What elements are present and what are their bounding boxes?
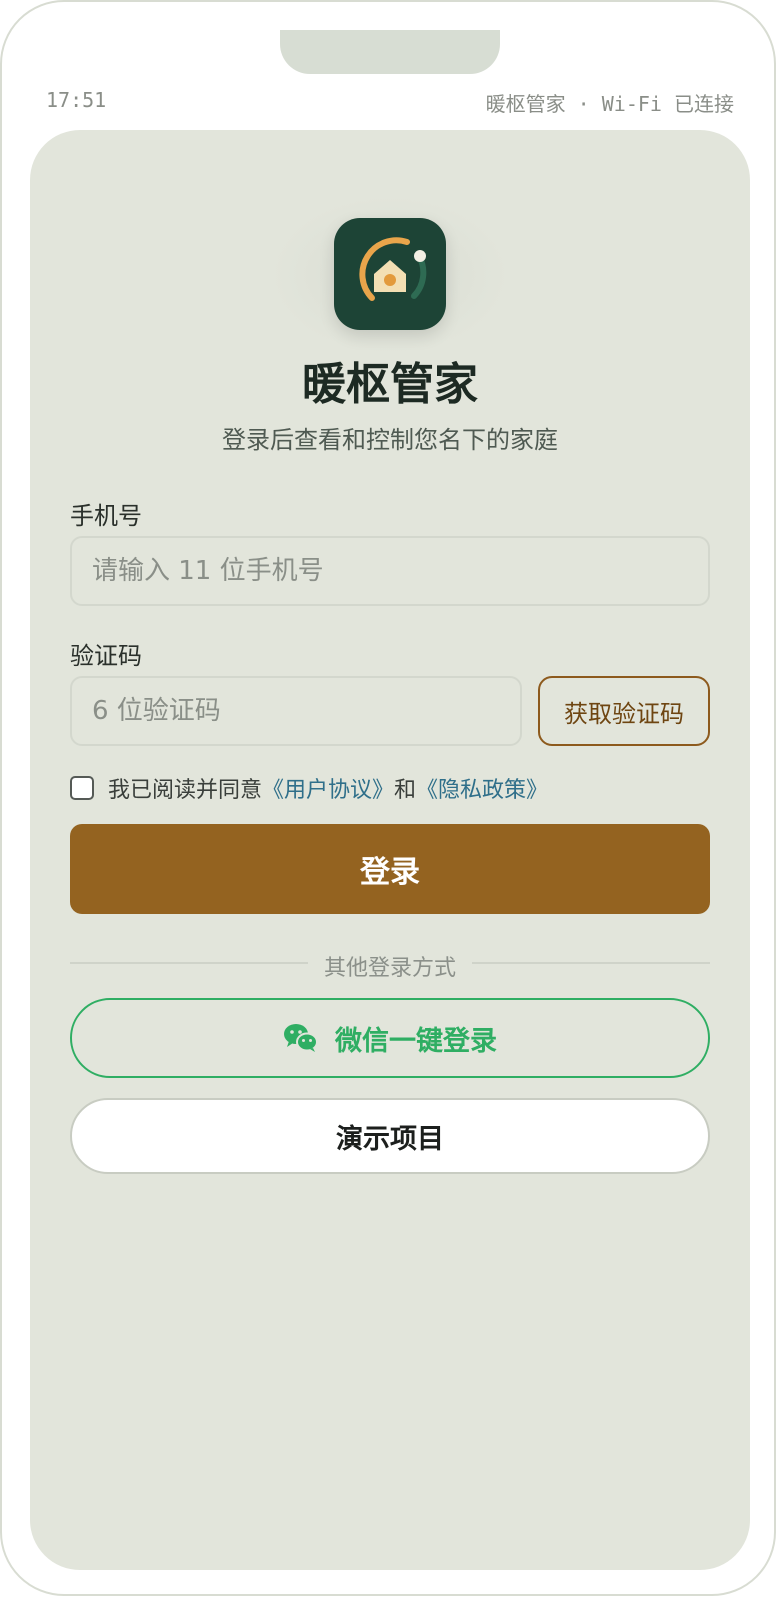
phone-input[interactable] xyxy=(70,536,710,606)
app-title: 暖枢管家 xyxy=(302,359,478,410)
privacy-policy-link[interactable]: 《隐私政策》 xyxy=(416,772,548,804)
wechat-icon xyxy=(284,1024,318,1052)
code-input[interactable] xyxy=(70,676,522,746)
agree-checkbox[interactable] xyxy=(70,776,94,800)
device-notch xyxy=(280,30,500,74)
user-agreement-link[interactable]: 《用户协议》 xyxy=(262,772,394,804)
demo-project-button[interactable]: 演示项目 xyxy=(70,1098,710,1174)
get-code-button[interactable]: 获取验证码 xyxy=(538,676,710,746)
phone-label: 手机号 xyxy=(70,502,142,530)
agreement-row: 我已阅读并同意 《用户协议》 和 《隐私政策》 xyxy=(70,772,548,804)
agree-prefix-text: 我已阅读并同意 xyxy=(108,778,263,803)
agree-and-text: 和 xyxy=(394,778,417,803)
status-time: 17:51 xyxy=(46,88,107,112)
other-login-divider-text: 其他登录方式 xyxy=(323,956,456,981)
app-subtitle: 登录后查看和控制您名下的家庭 xyxy=(222,426,558,454)
wechat-login-button[interactable]: 微信一键登录 xyxy=(70,998,710,1078)
code-label: 验证码 xyxy=(70,642,142,670)
home-gauge-icon xyxy=(334,218,446,330)
status-network-text: 暖枢管家 · Wi-Fi 已连接 xyxy=(485,92,734,116)
wechat-login-label: 微信一键登录 xyxy=(335,1025,497,1057)
login-button[interactable]: 登录 xyxy=(70,824,710,914)
